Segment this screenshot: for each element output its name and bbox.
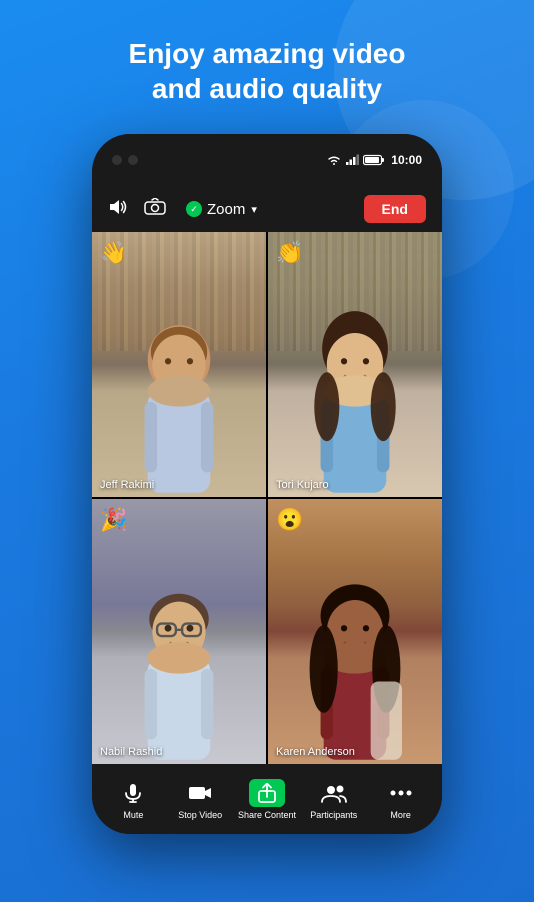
toolbar-left-icons (108, 198, 166, 221)
mute-label: Mute (123, 810, 143, 820)
jeff-name: Jeff Rakimi (100, 479, 154, 491)
participants-icon (316, 779, 352, 807)
tori-name: Tori Kujaro (276, 479, 329, 491)
camera-dot-1 (112, 155, 122, 165)
nabil-emoji: 🎉 (100, 507, 127, 533)
jeff-avatar (101, 285, 258, 497)
stop-video-label: Stop Video (178, 810, 222, 820)
status-time: 10:00 (391, 153, 422, 167)
tori-avatar (277, 285, 434, 497)
more-label: More (390, 810, 411, 820)
bottom-toolbar: Mute Stop Video (92, 764, 442, 834)
nabil-name: Nabil Rashid (100, 746, 162, 758)
wifi-icon (327, 154, 341, 166)
video-cell-jeff: 👋 Jeff Rakimi (92, 232, 266, 497)
share-content-label: Share Content (238, 810, 296, 820)
meeting-toolbar: ✓ Zoom ▾ End (92, 186, 442, 232)
zoom-label[interactable]: ✓ Zoom ▾ (186, 201, 257, 218)
more-icon (383, 779, 419, 807)
battery-icon (363, 154, 385, 166)
status-icons: 10:00 (327, 153, 422, 167)
stop-video-icon (182, 779, 218, 807)
participants-button[interactable]: Participants (300, 779, 367, 820)
karen-name: Karen Anderson (276, 746, 355, 758)
share-content-icon (249, 779, 285, 807)
nabil-avatar (101, 552, 258, 764)
mute-button[interactable]: Mute (100, 779, 167, 820)
phone-shell: 10:00 (92, 134, 442, 834)
signal-icon (345, 154, 359, 166)
phone-device: 10:00 (92, 134, 442, 834)
camera-area (112, 155, 138, 165)
mute-icon (115, 779, 151, 807)
camera-dot-2 (128, 155, 138, 165)
video-cell-tori: 👏 Tori Kujaro (268, 232, 442, 497)
video-cell-nabil: 🎉 Nabil Rashid (92, 499, 266, 764)
video-grid: 👋 Jeff Rakimi (92, 232, 442, 764)
more-button[interactable]: More (367, 779, 434, 820)
camera-flip-icon[interactable] (144, 198, 166, 221)
karen-emoji: 😮 (276, 507, 303, 533)
share-content-button[interactable]: Share Content (234, 779, 301, 820)
zoom-check-icon: ✓ (186, 201, 202, 217)
karen-avatar (277, 552, 434, 764)
tori-emoji: 👏 (276, 240, 303, 266)
headline-line2: and audio quality (152, 73, 382, 104)
jeff-emoji: 👋 (100, 240, 127, 266)
headline-line1: Enjoy amazing video (129, 38, 406, 69)
headline: Enjoy amazing video and audio quality (89, 36, 446, 106)
video-cell-karen: 😮 Karen Anderson (268, 499, 442, 764)
participants-label: Participants (310, 810, 357, 820)
status-bar: 10:00 (92, 134, 442, 186)
end-button[interactable]: End (364, 195, 426, 223)
stop-video-button[interactable]: Stop Video (167, 779, 234, 820)
zoom-caret-icon: ▾ (251, 203, 257, 216)
speaker-icon[interactable] (108, 198, 128, 221)
